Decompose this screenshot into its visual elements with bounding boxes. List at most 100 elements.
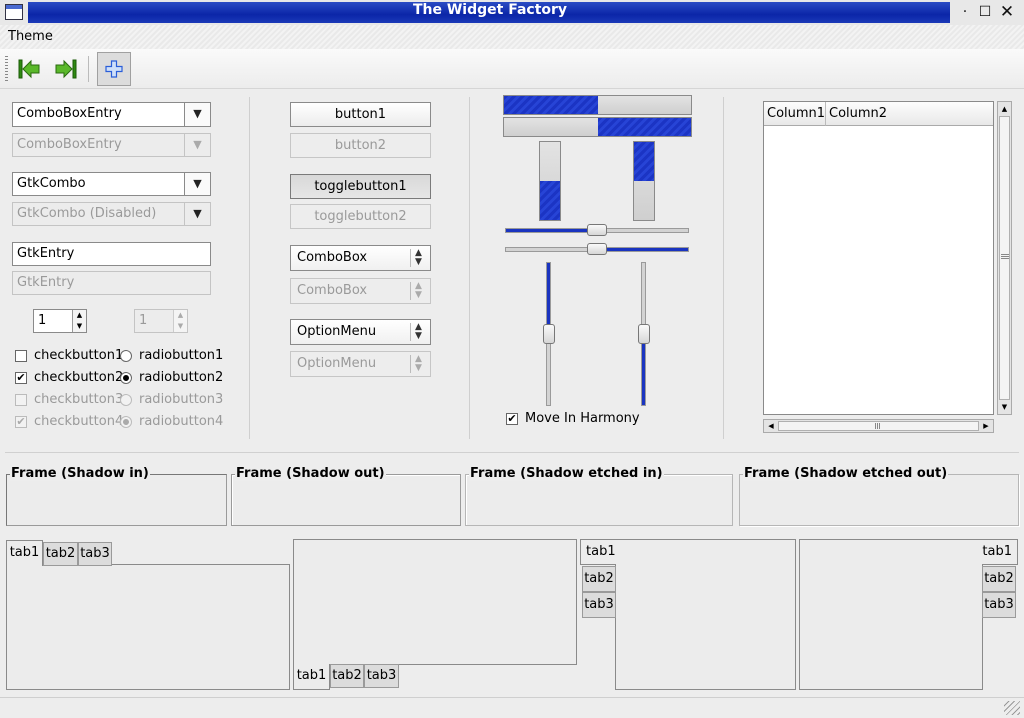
combobox-text: ComboBox — [297, 250, 368, 265]
notebook-right-tab1[interactable]: tab1 — [982, 539, 1018, 565]
toolbar — [0, 49, 1024, 89]
resize-grip-icon[interactable] — [1004, 701, 1020, 715]
notebook-left-tab3[interactable]: tab3 — [582, 592, 616, 618]
frame-shadow-etched-out-label: Frame (Shadow etched out) — [743, 466, 949, 481]
column2-header[interactable]: Column2 — [826, 102, 993, 126]
spin-button[interactable]: 1 ▲ ▼ — [33, 309, 87, 333]
spin-arrows-icon[interactable]: ▲ ▼ — [72, 310, 86, 332]
progressbar-rtl — [503, 117, 692, 137]
chevron-down-icon[interactable]: ▼ — [184, 173, 210, 195]
close-icon[interactable]: ✕ — [997, 3, 1017, 21]
vscale-2-slider[interactable] — [638, 324, 650, 344]
vscale-1-slider[interactable] — [543, 324, 555, 344]
column1-header[interactable]: Column1 — [764, 102, 826, 126]
spin-value-disabled: 1 — [139, 313, 148, 328]
progressbar-ltr — [503, 95, 692, 115]
comboboxentry-disabled-text: ComboBoxEntry — [17, 137, 122, 152]
notebook-bottom-tab3[interactable]: tab3 — [364, 664, 399, 688]
scroll-left-icon[interactable]: ◀ — [765, 420, 777, 432]
notebook-left-tab1[interactable]: tab1 — [580, 539, 616, 565]
frame-shadow-etched-in-label: Frame (Shadow etched in) — [469, 466, 664, 481]
checkbutton2-box[interactable]: ✔ — [15, 372, 27, 384]
checkbutton1-box[interactable] — [15, 350, 27, 362]
progressbar-btt-fill — [540, 181, 560, 220]
notebook-top-tab2[interactable]: tab2 — [43, 542, 78, 566]
checkbutton4-box: ✔ — [15, 415, 27, 428]
comboboxentry-disabled: ComboBoxEntry ▼ — [12, 133, 211, 157]
optionmenu-text: OptionMenu — [297, 324, 377, 339]
progressbar-rtl-fill — [597, 118, 691, 136]
move-in-harmony-label[interactable]: Move In Harmony — [525, 411, 640, 426]
hscale-1-fill — [506, 229, 598, 232]
notebook-bottom-tab1[interactable]: tab1 — [293, 664, 330, 690]
spin-value: 1 — [38, 313, 47, 328]
frame-shadow-etched-out — [739, 474, 1019, 526]
notebook-right-page — [799, 539, 983, 690]
hscale-2-fill — [596, 248, 688, 251]
radiobutton2-label[interactable]: radiobutton2 — [139, 370, 223, 385]
radiobutton2-circle[interactable] — [120, 372, 132, 384]
radiobutton1-label[interactable]: radiobutton1 — [139, 348, 223, 363]
toolbar-grip[interactable] — [5, 56, 8, 82]
minimize-icon[interactable]: · — [955, 3, 975, 21]
comboboxentry[interactable]: ComboBoxEntry ▼ — [12, 102, 211, 127]
notebook-right-tab2[interactable]: tab2 — [982, 566, 1016, 592]
checkbutton3-box — [15, 394, 27, 406]
hscale-1-slider[interactable] — [587, 224, 607, 236]
menu-theme[interactable]: Theme — [8, 29, 53, 44]
notebook-bottom-tab2[interactable]: tab2 — [330, 664, 364, 688]
maximize-icon[interactable]: ☐ — [975, 3, 995, 21]
chevron-down-icon: ▼ — [184, 203, 210, 225]
combobox[interactable]: ComboBox ▲ ▼ — [290, 245, 431, 271]
separator — [469, 97, 470, 439]
go-last-button[interactable] — [51, 54, 81, 84]
radiobutton4-label: radiobutton4 — [139, 414, 224, 429]
go-first-icon — [18, 59, 40, 79]
updown-arrows-icon: ▲ ▼ — [410, 249, 426, 267]
gtkentry[interactable]: GtkEntry — [12, 242, 211, 266]
button2: button2 — [290, 133, 431, 158]
notebook-top-tab3[interactable]: tab3 — [78, 542, 112, 566]
scroll-up-icon[interactable]: ▲ — [999, 103, 1010, 115]
hscale-2-slider[interactable] — [587, 243, 607, 255]
combobox-disabled-text: ComboBox — [297, 283, 368, 298]
separator — [5, 452, 1019, 453]
move-in-harmony-box[interactable]: ✔ — [506, 413, 518, 425]
chevron-down-icon[interactable]: ▼ — [184, 103, 210, 126]
gtkcombo-disabled: GtkCombo (Disabled) ▼ — [12, 202, 211, 226]
separator — [723, 97, 724, 439]
go-first-button[interactable] — [14, 54, 44, 84]
tree-view[interactable]: Column1 Column2 — [763, 101, 994, 415]
chevron-down-icon: ▼ — [184, 134, 210, 156]
add-button[interactable] — [97, 52, 131, 86]
frame-shadow-in — [6, 474, 227, 526]
notebook-top-page — [6, 564, 290, 690]
scroll-down-icon[interactable]: ▼ — [999, 401, 1010, 413]
frame-shadow-out-label: Frame (Shadow out) — [235, 466, 386, 481]
frame-shadow-etched-in — [465, 474, 733, 526]
notebook-right-tab3[interactable]: tab3 — [982, 592, 1016, 618]
optionmenu[interactable]: OptionMenu ▲ ▼ — [290, 319, 431, 345]
togglebutton2: togglebutton2 — [290, 204, 431, 229]
checkbutton1-label[interactable]: checkbutton1 — [34, 348, 123, 363]
notebook-left-tab2[interactable]: tab2 — [582, 566, 616, 592]
progressbar-ttb-fill — [634, 142, 654, 181]
spin-arrows-icon: ▲ ▼ — [173, 310, 187, 332]
checkbutton2-label[interactable]: checkbutton2 — [34, 370, 123, 385]
notebook-left-page — [615, 539, 796, 690]
gtkcombo[interactable]: GtkCombo ▼ — [12, 172, 211, 196]
button1[interactable]: button1 — [290, 102, 431, 127]
progressbar-ltr-fill — [504, 96, 598, 114]
radiobutton1-circle[interactable] — [120, 350, 132, 362]
optionmenu-disabled: OptionMenu ▲ ▼ — [290, 351, 431, 377]
notebook-top-tab1[interactable]: tab1 — [6, 540, 43, 566]
vertical-scrollbar[interactable]: ▲ ▼ — [997, 101, 1012, 415]
checkbutton4-label: checkbutton4 — [34, 414, 124, 429]
gtkentry-disabled: GtkEntry — [12, 271, 211, 295]
horizontal-scrollbar[interactable]: ◀ ▶ — [763, 419, 994, 433]
togglebutton1[interactable]: togglebutton1 — [290, 174, 431, 199]
comboboxentry-text: ComboBoxEntry — [17, 106, 122, 121]
scroll-right-icon[interactable]: ▶ — [980, 420, 992, 432]
checkbutton3-label: checkbutton3 — [34, 392, 124, 407]
gtkcombo-disabled-text: GtkCombo (Disabled) — [17, 206, 157, 221]
